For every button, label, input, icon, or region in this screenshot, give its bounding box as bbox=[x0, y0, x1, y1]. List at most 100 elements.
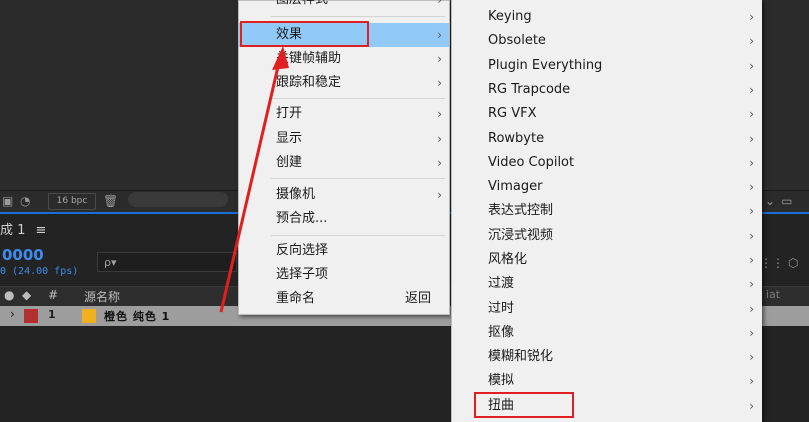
right-column-header: iat bbox=[766, 288, 781, 301]
submenu-arrow-icon: › bbox=[749, 277, 754, 291]
submenu-item-label: Video Copilot bbox=[488, 155, 575, 170]
submenu-arrow-icon: › bbox=[437, 107, 442, 121]
submenu-item-keying-cn[interactable]: 抠像 › bbox=[452, 321, 762, 345]
submenu-arrow-icon: › bbox=[749, 204, 754, 218]
submenu-item-label: 沉浸式视频 bbox=[488, 228, 554, 243]
submenu-item-label: Obsolete bbox=[488, 33, 546, 48]
submenu-arrow-icon: › bbox=[437, 76, 442, 90]
submenu-item-stylize[interactable]: 风格化 › bbox=[452, 248, 762, 272]
menu-item-reveal[interactable]: 显示 › bbox=[239, 127, 449, 151]
annotation-box-effects bbox=[240, 21, 369, 47]
submenu-item-expression-controls[interactable]: 表达式控制 › bbox=[452, 199, 762, 223]
submenu-arrow-icon: › bbox=[749, 180, 754, 194]
submenu-arrow-icon: › bbox=[749, 83, 754, 97]
submenu-arrow-icon: › bbox=[749, 59, 754, 73]
panel-menu-icon[interactable]: ≡ bbox=[36, 223, 47, 238]
layer-context-menu: 图层样式 › 效果 › 关键帧辅助 › 跟踪和稳定 › 打开 › 显示 › 创建… bbox=[238, 0, 450, 315]
submenu-arrow-icon: › bbox=[749, 399, 754, 413]
submenu-item-blur-sharpen[interactable]: 模糊和锐化 › bbox=[452, 345, 762, 369]
expand-chevron-icon[interactable]: › bbox=[10, 307, 15, 321]
menu-item-label: 打开 bbox=[276, 106, 303, 121]
submenu-item-obsolete-cn[interactable]: 过时 › bbox=[452, 297, 762, 321]
submenu-item-vimager[interactable]: Vimager › bbox=[452, 175, 762, 199]
submenu-item-label: Keying bbox=[488, 9, 532, 24]
menu-separator bbox=[271, 235, 445, 236]
menu-item-invert-selection[interactable]: 反向选择 bbox=[239, 239, 449, 263]
toolbar-slider[interactable] bbox=[128, 192, 228, 207]
menu-item-label: 关键帧辅助 bbox=[276, 51, 342, 66]
submenu-item-transition[interactable]: 过渡 › bbox=[452, 272, 762, 296]
composition-tab[interactable]: 成 1 ≡ bbox=[0, 219, 46, 238]
menu-item-keyframe-assistant[interactable]: 关键帧辅助 › bbox=[239, 47, 449, 71]
label-tag-icon: ◆ bbox=[22, 288, 32, 302]
menu-item-select-children[interactable]: 选择子项 bbox=[239, 263, 449, 287]
menu-item-layer-styles[interactable]: 图层样式 › bbox=[239, 0, 449, 12]
submenu-item-label: Plugin Everything bbox=[488, 58, 603, 73]
motion-blur-icon[interactable]: ◔ bbox=[20, 190, 30, 212]
submenu-item-simulation[interactable]: 模拟 › bbox=[452, 369, 762, 393]
menu-item-label: 摄像机 bbox=[276, 187, 316, 202]
menu-item-label: 重命名 bbox=[276, 291, 316, 306]
submenu-item-label: RG Trapcode bbox=[488, 82, 571, 97]
menu-item-label: 选择子项 bbox=[276, 267, 329, 282]
bpc-toggle[interactable]: 16 bpc bbox=[48, 193, 96, 210]
submenu-item-immersive-video[interactable]: 沉浸式视频 › bbox=[452, 224, 762, 248]
trash-icon[interactable]: 🗑 bbox=[103, 190, 118, 212]
submenu-item-plugin-everything[interactable]: Plugin Everything › bbox=[452, 54, 762, 78]
menu-item-open[interactable]: 打开 › bbox=[239, 102, 449, 126]
submenu-item-obsolete[interactable]: Obsolete › bbox=[452, 29, 762, 53]
search-icon: ρ▾ bbox=[104, 256, 117, 269]
submenu-item-label: Rowbyte bbox=[488, 131, 545, 146]
submenu-item-keying[interactable]: Keying › bbox=[452, 5, 762, 29]
menu-item-create[interactable]: 创建 › bbox=[239, 151, 449, 175]
menu-item-label: 跟踪和稳定 bbox=[276, 75, 342, 90]
menu-item-label: 显示 bbox=[276, 131, 303, 146]
chevron-down-icon[interactable]: ⌄ bbox=[765, 190, 775, 212]
menu-item-label: 反向选择 bbox=[276, 243, 329, 258]
layer-label-color[interactable] bbox=[24, 309, 38, 323]
menu-item-precompose[interactable]: 预合成... bbox=[239, 207, 449, 231]
submenu-arrow-icon: › bbox=[749, 374, 754, 388]
camera-icon[interactable]: ▣ bbox=[2, 190, 13, 212]
submenu-item-label: 抠像 bbox=[488, 325, 515, 340]
submenu-arrow-icon: › bbox=[437, 156, 442, 170]
submenu-arrow-icon: › bbox=[749, 107, 754, 121]
submenu-arrow-icon: › bbox=[437, 28, 442, 42]
solo-column-icon: ● bbox=[4, 288, 15, 302]
submenu-item-rowbyte[interactable]: Rowbyte › bbox=[452, 127, 762, 151]
layer-number-header: # bbox=[48, 288, 59, 302]
submenu-item-label: RG VFX bbox=[488, 106, 537, 121]
frame-rate: 0 (24.00 fps) bbox=[0, 266, 79, 277]
menu-item-camera[interactable]: 摄像机 › bbox=[239, 183, 449, 207]
composition-tab-label: 成 1 bbox=[0, 223, 26, 238]
submenu-item-label: 过渡 bbox=[488, 276, 515, 291]
menu-separator bbox=[271, 178, 445, 179]
layer-name[interactable]: 橙色 纯色 1 bbox=[104, 308, 170, 324]
submenu-item-rg-vfx[interactable]: RG VFX › bbox=[452, 102, 762, 126]
submenu-item-video-copilot[interactable]: Video Copilot › bbox=[452, 151, 762, 175]
submenu-arrow-icon: › bbox=[437, 52, 442, 66]
submenu-arrow-icon: › bbox=[749, 156, 754, 170]
submenu-arrow-icon: › bbox=[749, 10, 754, 24]
submenu-arrow-icon: › bbox=[749, 302, 754, 316]
menu-item-rename[interactable]: 重命名 返回 bbox=[239, 287, 449, 311]
submenu-item-label: 过时 bbox=[488, 301, 515, 316]
submenu-item-rg-trapcode[interactable]: RG Trapcode › bbox=[452, 78, 762, 102]
submenu-item-label: Vimager bbox=[488, 179, 543, 194]
current-timecode[interactable]: 0000 bbox=[2, 246, 44, 264]
menu-item-track-stabilize[interactable]: 跟踪和稳定 › bbox=[239, 71, 449, 95]
submenu-item-label: 风格化 bbox=[488, 252, 528, 267]
menu-shortcut: 返回 bbox=[404, 291, 431, 306]
submenu-arrow-icon: › bbox=[437, 132, 442, 146]
submenu-arrow-icon: › bbox=[749, 229, 754, 243]
graph-editor-icon[interactable]: ⋮⋮ bbox=[760, 252, 784, 274]
3d-cube-icon[interactable]: ⬡ bbox=[788, 252, 798, 274]
monitor-icon[interactable]: ▭ bbox=[781, 190, 792, 212]
submenu-arrow-icon: › bbox=[749, 34, 754, 48]
submenu-item-label: 表达式控制 bbox=[488, 203, 554, 218]
submenu-item-label: 模糊和锐化 bbox=[488, 349, 554, 364]
submenu-arrow-icon: › bbox=[749, 326, 754, 340]
source-name-header[interactable]: 源名称 bbox=[84, 288, 120, 305]
layer-search-input[interactable]: ρ▾ bbox=[97, 252, 237, 272]
submenu-arrow-icon: › bbox=[749, 253, 754, 267]
